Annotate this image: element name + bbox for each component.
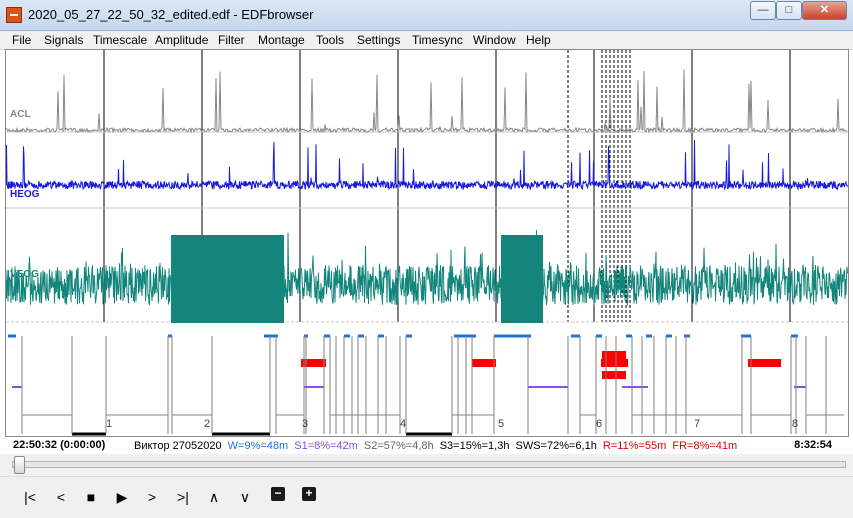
play-button[interactable]: ▶	[110, 485, 134, 509]
menu-help[interactable]: Help	[526, 33, 551, 47]
veog-saturated-block	[171, 235, 284, 323]
stat-sws: SWS=72%=6,1h	[515, 440, 597, 452]
menu-montage[interactable]: Montage	[258, 33, 305, 47]
first-page-button[interactable]: |<	[18, 485, 42, 509]
playback-toolbar: |< < ■ ▶ > >| ∧ ∨ − +	[0, 476, 853, 518]
veog-saturated-block	[501, 235, 543, 323]
menu-tools[interactable]: Tools	[316, 33, 344, 47]
acl-signal-trace	[6, 69, 848, 134]
hour-label: 5	[498, 418, 504, 430]
navigation-slider-thumb[interactable]	[14, 456, 25, 474]
menu-settings[interactable]: Settings	[357, 33, 400, 47]
menu-window[interactable]: Window	[473, 33, 516, 47]
navigation-slider-track[interactable]	[12, 461, 846, 468]
hour-label: 7	[694, 418, 700, 430]
status-bar: 22:50:32 (0:00:00) Виктор 27052020 W=9%=…	[0, 437, 853, 454]
hour-label: 4	[400, 418, 406, 430]
stat-rem: R=11%=55m	[602, 440, 667, 452]
recording-name: Виктор 27052020	[134, 440, 222, 452]
menu-bar: File Signals Timescale Amplitude Filter …	[0, 31, 853, 50]
stat-s1: S1=8%=42m	[294, 440, 358, 452]
maximize-button[interactable]: □	[776, 1, 802, 20]
end-time-label: 8:32:54	[794, 439, 832, 451]
minimize-button[interactable]: —	[750, 1, 776, 20]
next-page-button[interactable]: >	[140, 485, 164, 509]
zoom-out-button[interactable]: −	[271, 487, 285, 501]
close-button[interactable]: ✕	[802, 1, 847, 20]
hour-label: 8	[792, 418, 798, 430]
edfbrowser-app-icon[interactable]	[6, 7, 22, 23]
hour-label: 3	[302, 418, 308, 430]
menu-timescale[interactable]: Timescale	[93, 33, 147, 47]
title-bar: 2020_05_27_22_50_32_edited.edf - EDFbrow…	[0, 0, 853, 31]
prev-page-button[interactable]: <	[49, 485, 73, 509]
menu-amplitude[interactable]: Amplitude	[155, 33, 208, 47]
signal-canvas[interactable]: 1 2 3 4 5 6 7 8	[6, 50, 848, 436]
heog-signal-trace	[6, 140, 848, 191]
hour-label: 6	[596, 418, 602, 430]
hour-label: 1	[106, 418, 112, 430]
sleep-stage-statistics: Виктор 27052020 W=9%=48m S1=8%=42m S2=57…	[134, 440, 740, 452]
start-time-label: 22:50:32 (0:00:00)	[13, 439, 106, 451]
stat-wake: W=9%=48m	[227, 440, 289, 452]
stat-fr: FR=8%=41m	[672, 440, 738, 452]
channel-label-acl[interactable]: ACL	[10, 109, 31, 120]
amplitude-down-button[interactable]: ∨	[233, 485, 257, 509]
menu-file[interactable]: File	[12, 33, 31, 47]
zoom-in-button[interactable]: +	[302, 487, 316, 501]
navigation-slider-area	[0, 454, 853, 476]
stat-s2: S2=57%=4,8h	[363, 440, 434, 452]
signal-plot-area[interactable]: 1 2 3 4 5 6 7 8 ACL HEOG VEOG	[5, 49, 849, 437]
amplitude-up-button[interactable]: ∧	[202, 485, 226, 509]
menu-filter[interactable]: Filter	[218, 33, 245, 47]
hypnogram	[8, 334, 844, 436]
stat-s3: S3=15%=1,3h	[439, 440, 510, 452]
stop-button[interactable]: ■	[79, 485, 103, 509]
veog-signal-trace	[6, 230, 848, 306]
channel-label-heog[interactable]: HEOG	[10, 189, 39, 200]
window-title: 2020_05_27_22_50_32_edited.edf - EDFbrow…	[28, 7, 314, 22]
last-page-button[interactable]: >|	[171, 485, 195, 509]
channel-label-veog[interactable]: VEOG	[10, 269, 39, 280]
menu-timesync[interactable]: Timesync	[412, 33, 463, 47]
menu-signals[interactable]: Signals	[44, 33, 83, 47]
hour-label: 2	[204, 418, 210, 430]
